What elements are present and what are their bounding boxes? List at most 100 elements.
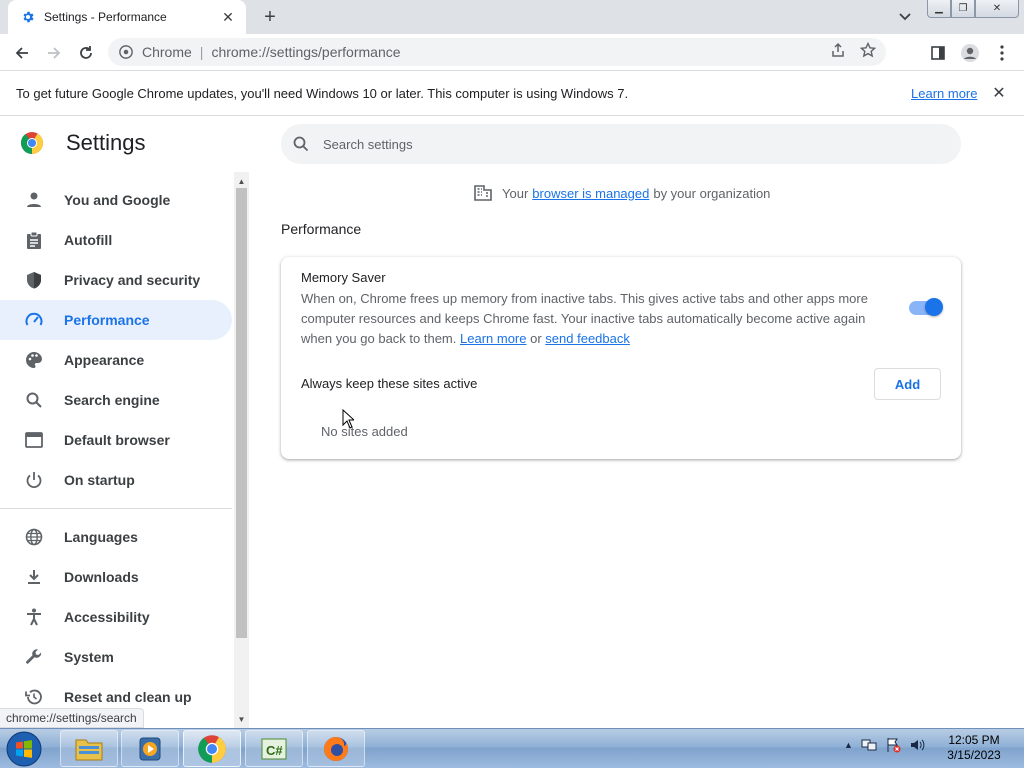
tab-close-icon[interactable]: ✕ xyxy=(220,9,236,25)
page-title: Settings xyxy=(66,130,146,155)
history-icon xyxy=(24,687,44,707)
sidebar-item-autofill[interactable]: Autofill xyxy=(0,220,232,260)
omnibox-separator: | xyxy=(199,44,204,60)
address-bar[interactable]: Chrome | chrome://settings/performance xyxy=(108,38,886,66)
bookmark-star-icon[interactable] xyxy=(860,42,876,58)
scroll-down-arrow-icon[interactable]: ▼ xyxy=(234,712,249,726)
building-icon xyxy=(474,185,492,201)
memory-saver-toggle[interactable] xyxy=(909,298,943,316)
window-controls: ▁ ❐ ✕ xyxy=(927,0,1019,18)
globe-icon xyxy=(24,527,44,547)
sidebar-item-default-browser[interactable]: Default browser xyxy=(0,420,232,460)
reload-icon xyxy=(80,46,92,59)
profile-button[interactable] xyxy=(958,41,982,65)
speedometer-icon xyxy=(24,310,44,330)
forward-arrow-icon xyxy=(48,47,61,59)
close-window-button[interactable]: ✕ xyxy=(975,0,1019,18)
sidebar-item-languages[interactable]: Languages xyxy=(0,517,232,557)
kebab-menu-icon xyxy=(1000,45,1004,61)
sidebar-item-accessibility[interactable]: Accessibility xyxy=(0,597,232,637)
browser-window-icon xyxy=(24,430,44,450)
keep-sites-active-label: Always keep these sites active xyxy=(301,376,478,391)
search-placeholder: Search settings xyxy=(323,136,413,152)
taskbar-media-player[interactable] xyxy=(121,730,179,767)
mouse-cursor-icon xyxy=(342,409,354,429)
search-settings-input[interactable]: Search settings xyxy=(281,124,961,164)
tab-title: Settings - Performance xyxy=(44,10,167,24)
taskbar-csharp[interactable]: C# xyxy=(245,730,303,767)
windows-taskbar: C# ▲ 12:05 PM 3/15/2023 xyxy=(0,728,1024,768)
sidebar-item-system[interactable]: System xyxy=(0,637,232,677)
managed-prefix: Your xyxy=(502,185,529,201)
side-panel-button[interactable] xyxy=(926,41,950,65)
taskbar-explorer[interactable] xyxy=(60,730,118,767)
omnibox-url: chrome://settings/performance xyxy=(211,44,401,60)
toggle-knob xyxy=(925,298,943,316)
media-player-icon xyxy=(139,737,161,760)
scrollbar-thumb[interactable] xyxy=(236,188,247,638)
managed-link[interactable]: browser is managed xyxy=(532,186,649,201)
reload-button[interactable] xyxy=(74,41,98,65)
network-icon[interactable] xyxy=(861,737,877,753)
new-tab-button[interactable]: + xyxy=(258,5,282,29)
action-center-flag-icon[interactable] xyxy=(885,737,901,753)
csharp-icon: C# xyxy=(261,738,287,759)
managed-suffix: by your organization xyxy=(653,185,771,201)
settings-sidebar: You and Google Autofill Privacy and secu… xyxy=(0,178,234,728)
clipboard-icon xyxy=(24,230,44,250)
sidebar-item-you-and-google[interactable]: You and Google xyxy=(0,180,232,220)
taskbar-chrome[interactable] xyxy=(183,730,241,767)
taskbar-firefox[interactable] xyxy=(307,730,365,767)
chrome-taskbar-icon xyxy=(198,734,226,763)
memory-saver-title: Memory Saver xyxy=(301,270,386,285)
send-feedback-link[interactable]: send feedback xyxy=(545,331,630,346)
toolbar: Chrome | chrome://settings/performance xyxy=(0,34,1024,71)
svg-text:C#: C# xyxy=(266,743,283,758)
wrench-icon xyxy=(24,647,44,667)
tab-settings-performance[interactable]: Settings - Performance ✕ xyxy=(8,0,246,34)
update-infobar: To get future Google Chrome updates, you… xyxy=(0,72,1024,116)
show-hidden-icons[interactable]: ▲ xyxy=(844,740,853,750)
clock-date: 3/15/2023 xyxy=(947,748,1001,762)
person-icon xyxy=(24,190,44,210)
avatar-icon xyxy=(961,44,979,62)
chevron-down-icon xyxy=(899,13,911,21)
sidebar-item-privacy-and-security[interactable]: Privacy and security xyxy=(0,260,232,300)
status-url-bubble: chrome://settings/search xyxy=(0,708,144,728)
sidebar-scrollbar[interactable]: ▲ ▼ xyxy=(234,172,249,728)
back-button[interactable] xyxy=(10,41,34,65)
sidebar-item-on-startup[interactable]: On startup xyxy=(0,460,232,500)
folder-icon xyxy=(75,739,103,760)
clock-time: 12:05 PM xyxy=(948,733,1000,747)
windows-orb-icon xyxy=(6,731,42,767)
scroll-up-arrow-icon[interactable]: ▲ xyxy=(234,174,249,188)
section-title-performance: Performance xyxy=(281,221,362,237)
shield-icon xyxy=(24,270,44,290)
sidebar-item-downloads[interactable]: Downloads xyxy=(0,557,232,597)
minimize-button[interactable]: ▁ xyxy=(927,0,951,18)
no-sites-added-text: No sites added xyxy=(321,424,408,439)
tab-search-button[interactable] xyxy=(894,6,916,28)
memory-saver-description: When on, Chrome frees up memory from ina… xyxy=(301,291,868,346)
accessibility-icon xyxy=(24,607,44,627)
menu-button[interactable] xyxy=(990,41,1014,65)
infobar-learn-more-link[interactable]: Learn more xyxy=(911,86,977,101)
palette-icon xyxy=(24,350,44,370)
volume-icon[interactable] xyxy=(909,737,925,753)
forward-button[interactable] xyxy=(42,41,66,65)
power-icon xyxy=(24,470,44,490)
sidebar-item-search-engine[interactable]: Search engine xyxy=(0,380,232,420)
start-button[interactable] xyxy=(4,731,44,767)
restore-button[interactable]: ❐ xyxy=(951,0,975,18)
sidebar-item-appearance[interactable]: Appearance xyxy=(0,340,232,380)
add-site-button[interactable]: Add xyxy=(874,368,941,400)
sidebar-item-performance[interactable]: Performance xyxy=(0,300,232,340)
chrome-icon xyxy=(118,44,134,60)
infobar-close-icon[interactable]: ✕ xyxy=(990,84,1008,102)
taskbar-clock[interactable]: 12:05 PM 3/15/2023 xyxy=(944,733,1004,763)
search-icon xyxy=(24,390,44,410)
chrome-logo-icon xyxy=(20,132,43,154)
memory-saver-learn-more-link[interactable]: Learn more xyxy=(460,331,526,346)
share-icon[interactable] xyxy=(830,42,846,58)
side-panel-icon xyxy=(931,46,945,60)
